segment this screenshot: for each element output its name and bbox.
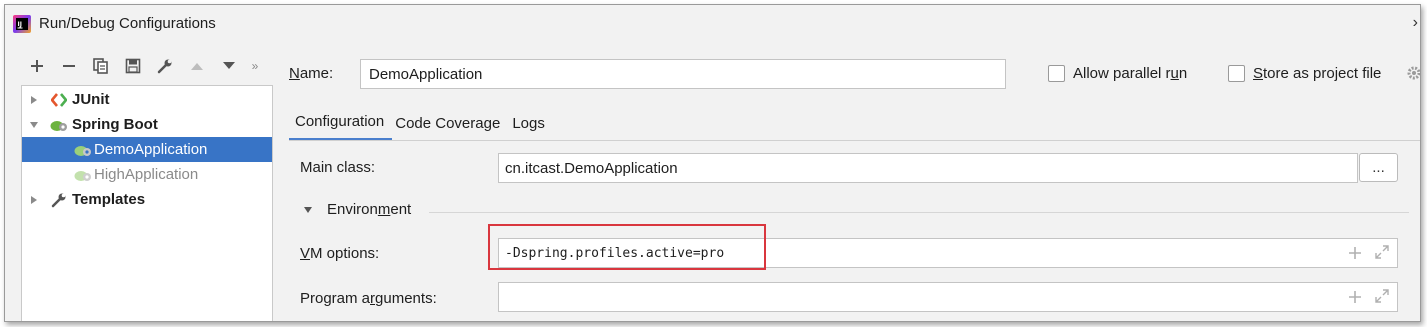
save-icon[interactable] (117, 55, 149, 77)
red-highlight-box (488, 224, 766, 270)
collapse-arrow-icon[interactable] (28, 119, 40, 131)
expand-icon[interactable] (1375, 289, 1389, 307)
move-down-icon[interactable] (213, 55, 245, 77)
config-toolbar: » (21, 55, 265, 77)
store-as-project-file-label[interactable]: Store as project file (1253, 65, 1381, 82)
plus-icon[interactable] (1349, 246, 1361, 263)
main-class-value: cn.itcast.DemoApplication (505, 159, 678, 177)
name-value: DemoApplication (369, 65, 483, 83)
plus-icon[interactable] (1349, 290, 1361, 307)
intellij-logo-icon: IJ (13, 15, 31, 33)
allow-parallel-run-checkbox[interactable] (1048, 65, 1065, 82)
name-input[interactable]: DemoApplication (360, 59, 1006, 89)
configuration-panel: Main class: cn.itcast.DemoApplication ..… (289, 141, 1420, 321)
window-title: Run/Debug Configurations (39, 15, 216, 32)
plus-icon[interactable] (21, 55, 53, 77)
move-up-icon[interactable] (181, 55, 213, 77)
tree-item-junit[interactable]: JUnit (22, 87, 272, 112)
tab-logs[interactable]: Logs (508, 105, 553, 141)
program-arguments-input[interactable] (498, 282, 1398, 312)
tree-item-highapplication[interactable]: HighApplication (22, 162, 272, 187)
wrench-icon (50, 191, 68, 209)
svg-text:IJ: IJ (18, 21, 22, 28)
browse-button[interactable]: ... (1359, 153, 1398, 182)
config-tabs: Configuration Code Coverage Logs (289, 105, 553, 141)
copy-icon[interactable] (85, 55, 117, 77)
tree-item-demoapplication[interactable]: DemoApplication (22, 137, 272, 162)
store-as-project-file-checkbox[interactable] (1228, 65, 1245, 82)
junit-icon (50, 91, 68, 109)
spring-app-icon (74, 166, 92, 184)
expand-arrow-icon[interactable] (28, 194, 40, 206)
tree-item-spring-boot[interactable]: Spring Boot (22, 112, 272, 137)
minus-icon[interactable] (53, 55, 85, 77)
environment-section-toggle[interactable]: Environment (303, 201, 411, 218)
collapse-arrow-icon[interactable] (303, 206, 315, 214)
wrench-icon[interactable] (149, 55, 181, 77)
spring-app-icon (74, 141, 92, 159)
more-icon[interactable]: » (245, 59, 265, 73)
program-arguments-label: Program arguments: (300, 290, 437, 307)
name-label: Name: (289, 65, 334, 82)
chevron-right-icon[interactable]: › (1413, 14, 1418, 32)
tree-item-label: JUnit (72, 91, 110, 108)
tree-item-label: Templates (72, 191, 146, 208)
configuration-tree: JUnit Spring Boot DemoApplication HighAp… (21, 85, 273, 321)
tree-item-templates[interactable]: Templates (22, 187, 272, 212)
vm-options-label: VM options: (300, 245, 380, 262)
gear-icon[interactable] (1406, 65, 1420, 85)
main-class-input[interactable]: cn.itcast.DemoApplication (498, 153, 1358, 183)
tree-item-label: DemoApplication (94, 141, 208, 158)
tree-item-label: Spring Boot (72, 116, 158, 133)
title-bar: IJ Run/Debug Configurations › (5, 5, 1420, 41)
tree-item-label: HighApplication (94, 166, 199, 183)
spring-boot-icon (50, 116, 68, 134)
main-class-label: Main class: (300, 159, 376, 176)
environment-label: Environment (327, 201, 412, 218)
expand-icon[interactable] (1375, 245, 1389, 263)
tab-configuration[interactable]: Configuration (289, 105, 393, 141)
allow-parallel-run-label[interactable]: Allow parallel run (1073, 65, 1187, 82)
expand-arrow-icon[interactable] (28, 94, 40, 106)
section-divider (429, 212, 1409, 213)
run-debug-dialog: IJ Run/Debug Configurations › » JUnit Sp… (4, 4, 1421, 322)
tab-code-coverage[interactable]: Code Coverage (392, 105, 508, 141)
